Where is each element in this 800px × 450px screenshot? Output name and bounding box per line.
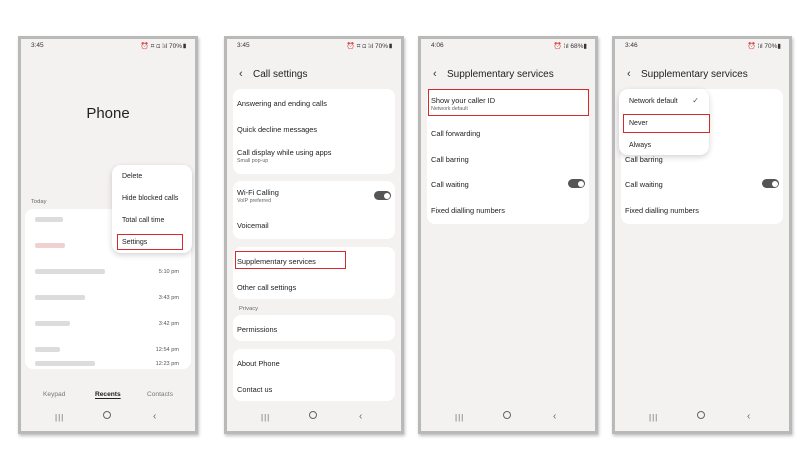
setting-about[interactable]: About Phone — [237, 359, 391, 368]
today-label: Today — [31, 199, 47, 205]
menu-item-hide-blocked[interactable]: Hide blocked calls — [122, 195, 184, 202]
setting-wifi-calling[interactable]: Wi-Fi Calling VoIP preferred — [237, 188, 391, 204]
status-icons: ⏰ ⌗ ⊡ ⁞ıl 70%▮ — [140, 43, 187, 50]
phone-screen-caller-id-options: 3:46 ⏰ ⁞ıl 70%▮ ‹ Supplementary services… — [612, 36, 792, 434]
recent-apps-icon[interactable]: ||| — [649, 413, 658, 422]
recent-apps-icon[interactable]: ||| — [55, 413, 64, 422]
nav-bar: ||| ‹ — [421, 411, 595, 425]
back-icon[interactable]: ‹ — [359, 411, 362, 422]
phone-screen-supplementary: 4:06 ⏰ ⁞ıl 68%▮ ‹ Supplementary services… — [418, 36, 598, 434]
setting-label: Wi-Fi Calling — [237, 188, 279, 197]
list-item[interactable] — [35, 269, 105, 274]
setting-sublabel: VoIP preferred — [237, 198, 272, 204]
back-arrow-icon[interactable]: ‹ — [433, 68, 437, 80]
status-bar: 4:06 ⏰ ⁞ıl 68%▮ — [421, 42, 595, 52]
setting-fixed-dialling[interactable]: Fixed dialling numbers — [625, 206, 779, 215]
status-time: 3:45 — [237, 42, 250, 49]
call-time: 5:10 pm — [158, 269, 179, 275]
back-arrow-icon[interactable]: ‹ — [239, 68, 243, 80]
back-icon[interactable]: ‹ — [553, 411, 556, 422]
app-title: Phone — [86, 105, 130, 122]
status-time: 4:06 — [431, 42, 444, 49]
privacy-label: Privacy — [239, 306, 259, 312]
highlight-box — [428, 89, 589, 116]
list-item[interactable] — [35, 295, 85, 300]
page-header: ‹ Supplementary services — [625, 68, 779, 83]
option-always[interactable]: Always — [629, 142, 701, 149]
back-arrow-icon[interactable]: ‹ — [627, 68, 631, 80]
status-time: 3:45 — [31, 42, 44, 49]
page-title: Call settings — [253, 69, 308, 80]
status-icons: ⏰ ⁞ıl 68%▮ — [553, 43, 587, 50]
nav-bar: ||| ‹ — [227, 411, 401, 425]
call-time: 12:54 pm — [155, 347, 179, 353]
setting-voicemail[interactable]: Voicemail — [237, 221, 391, 230]
call-waiting-toggle[interactable] — [762, 179, 779, 188]
setting-permissions[interactable]: Permissions — [237, 325, 391, 334]
setting-call-barring[interactable]: Call barring — [625, 155, 779, 164]
list-item[interactable] — [35, 347, 60, 352]
phone-screen-call-settings: 3:45 ⏰ ⌗ ⊡ ⁞ıl 70%▮ ‹ Call settings Answ… — [224, 36, 404, 434]
recent-apps-icon[interactable]: ||| — [455, 413, 464, 422]
phone-screen-recents: 3:45 ⏰ ⌗ ⊡ ⁞ıl 70%▮ Phone Today 5:10 pm … — [18, 36, 198, 434]
page-title: Supplementary services — [447, 69, 554, 80]
call-time: 3:42 pm — [158, 321, 179, 327]
call-time: 12:23 pm — [155, 361, 179, 367]
tab-contacts[interactable]: Contacts — [147, 391, 173, 398]
setting-fixed-dialling[interactable]: Fixed dialling numbers — [431, 206, 585, 215]
status-icons: ⏰ ⌗ ⊡ ⁞ıl 70%▮ — [346, 43, 393, 50]
back-icon[interactable]: ‹ — [153, 411, 156, 422]
wifi-calling-toggle[interactable] — [374, 191, 391, 200]
setting-call-waiting[interactable]: Call waiting — [625, 180, 779, 189]
option-network-default[interactable]: Network default — [629, 98, 701, 105]
setting-other[interactable]: Other call settings — [237, 283, 391, 292]
call-waiting-toggle[interactable] — [568, 179, 585, 188]
setting-label: Call display while using apps — [237, 148, 332, 157]
highlight-box — [623, 114, 710, 133]
recent-apps-icon[interactable]: ||| — [261, 413, 270, 422]
nav-bar: ||| ‹ — [615, 411, 789, 425]
call-time: 3:43 pm — [158, 295, 179, 301]
nav-bar: ||| ‹ — [21, 411, 195, 425]
menu-item-total-time[interactable]: Total call time — [122, 217, 184, 224]
page-header: ‹ Call settings — [237, 68, 391, 83]
setting-call-forwarding[interactable]: Call forwarding — [431, 129, 585, 138]
list-item[interactable] — [35, 321, 70, 326]
setting-answering[interactable]: Answering and ending calls — [237, 99, 391, 108]
setting-contact[interactable]: Contact us — [237, 385, 391, 394]
status-time: 3:46 — [625, 42, 638, 49]
list-item[interactable] — [35, 243, 65, 248]
setting-call-waiting[interactable]: Call waiting — [431, 180, 585, 189]
tab-recents[interactable]: Recents — [95, 391, 121, 398]
setting-call-display[interactable]: Call display while using apps Small pop-… — [237, 148, 391, 164]
tab-keypad[interactable]: Keypad — [43, 391, 65, 398]
back-icon[interactable]: ‹ — [747, 411, 750, 422]
page-header: ‹ Supplementary services — [431, 68, 585, 83]
setting-sublabel: Small pop-up — [237, 158, 269, 164]
status-icons: ⏰ ⁞ıl 70%▮ — [747, 43, 781, 50]
page-title: Supplementary services — [641, 69, 748, 80]
status-bar: 3:45 ⏰ ⌗ ⊡ ⁞ıl 70%▮ — [21, 42, 195, 52]
status-bar: 3:46 ⏰ ⁞ıl 70%▮ — [615, 42, 789, 52]
checkmark-icon: ✓ — [692, 96, 699, 105]
highlight-box — [117, 234, 183, 250]
menu-item-delete[interactable]: Delete — [122, 173, 184, 180]
list-item[interactable] — [35, 361, 95, 366]
highlight-box — [235, 251, 346, 269]
setting-quick-decline[interactable]: Quick decline messages — [237, 125, 391, 134]
status-bar: 3:45 ⏰ ⌗ ⊡ ⁞ıl 70%▮ — [227, 42, 401, 52]
list-item[interactable] — [35, 217, 63, 222]
setting-call-barring[interactable]: Call barring — [431, 155, 585, 164]
